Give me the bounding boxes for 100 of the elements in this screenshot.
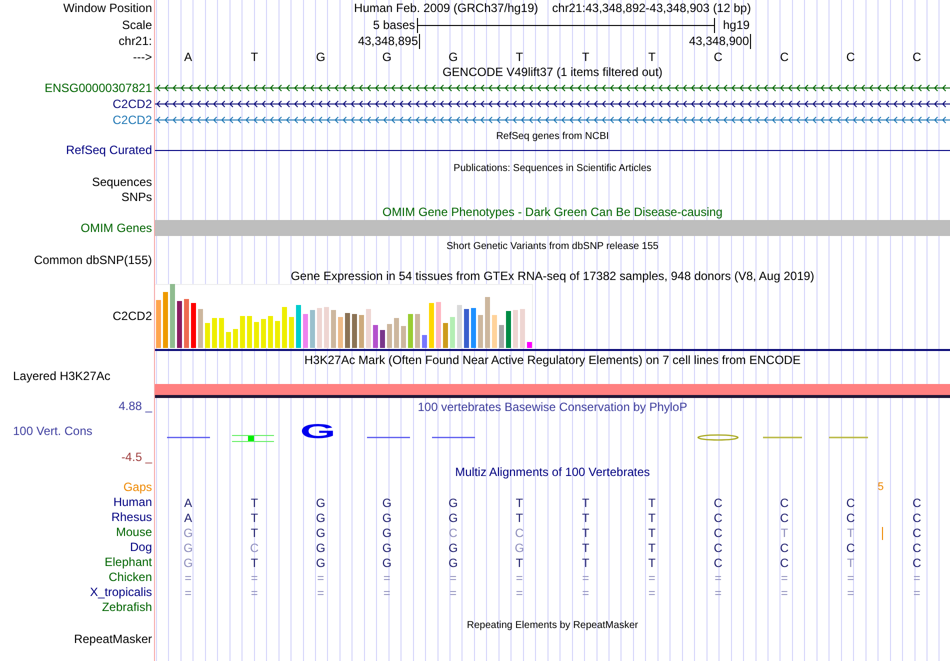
conservation-wiggle [697, 434, 739, 441]
base-letter: G [448, 556, 458, 570]
base-letter: T [250, 50, 258, 64]
track-label[interactable]: Scale [122, 18, 152, 32]
track-label[interactable]: ENSG00000307821 [44, 80, 152, 96]
track-label[interactable]: Window Position [63, 1, 152, 16]
logo-letter: G [300, 424, 336, 440]
base-letter: G [448, 540, 458, 554]
base-letter: = [780, 570, 788, 584]
base-letter: T [648, 540, 656, 554]
track-label[interactable]: Zebrafish [102, 600, 152, 615]
base-letter: = [714, 586, 722, 600]
base-letter: = [184, 570, 192, 584]
conservation-wiggle [829, 436, 868, 439]
base-letter: = [582, 570, 590, 584]
base-letter: G [448, 496, 458, 510]
track-label[interactable]: RefSeq Curated [66, 143, 152, 158]
track-label[interactable]: Sequences [92, 175, 152, 190]
track-label[interactable]: Dog [130, 540, 152, 555]
base-letter: C [780, 496, 789, 510]
track-label[interactable]: Rhesus [111, 510, 152, 525]
base-letter: T [648, 556, 656, 570]
base-letter: C [448, 526, 458, 540]
track-label[interactable]: Layered H3K27Ac [13, 369, 110, 384]
track-label[interactable]: OMIM Genes [80, 220, 152, 236]
base-letter: T [648, 496, 656, 510]
scale-assembly: hg19 [722, 18, 750, 32]
base-letter: G [316, 496, 326, 510]
base-letter: T [250, 526, 258, 540]
base-letter: T [516, 510, 524, 524]
track-label[interactable]: Mouse [116, 525, 152, 540]
track-label[interactable]: C2CD2 [112, 112, 152, 128]
base-letter: C [912, 540, 922, 554]
base-letter: G [316, 556, 326, 570]
base-letter: C [846, 540, 855, 554]
base-letter: T [582, 540, 590, 554]
base-letter: = [714, 570, 722, 584]
track-title: Multiz Alignments of 100 Vertebrates [455, 465, 650, 480]
base-letter: = [913, 570, 920, 584]
base-letter: C [780, 540, 789, 554]
track-label[interactable]: RepeatMasker [74, 632, 152, 647]
base-letter: = [184, 586, 192, 600]
base-letter: T [250, 510, 258, 524]
conservation-wiggle [763, 436, 802, 439]
gene-strand-line[interactable] [155, 100, 950, 108]
base-letter: T [582, 556, 590, 570]
gene-strand-line[interactable] [155, 84, 950, 92]
track-title: Repeating Elements by RepeatMasker [466, 619, 638, 632]
base-letter: = [383, 570, 390, 584]
base-letter: = [383, 586, 390, 600]
conservation-wiggle [367, 436, 410, 439]
coordinate-tick: 43,348,895 [358, 34, 420, 48]
base-letter: C [714, 496, 722, 510]
track-label[interactable]: Common dbSNP(155) [34, 253, 152, 268]
track-label[interactable]: X_tropicalis [90, 585, 152, 600]
base-letter: T [846, 526, 854, 540]
track-label[interactable]: Elephant [104, 555, 152, 570]
track-label[interactable]: 100 Vert. Cons [0, 424, 152, 439]
track-label[interactable]: ---> [133, 50, 152, 64]
assembly-title: Human Feb. 2009 (GRCh37/hg19) [354, 1, 538, 16]
base-letter: G [382, 526, 392, 540]
track-label[interactable]: SNPs [121, 190, 152, 205]
base-letter: G [316, 50, 326, 64]
track-label[interactable]: Chicken [108, 570, 152, 585]
base-letter: C [714, 556, 722, 570]
position-title: chr21:43,348,892-43,348,903 (12 bp) [552, 1, 751, 16]
base-letter: T [250, 556, 258, 570]
base-letter: A [184, 496, 192, 510]
conservation-wiggle [232, 435, 274, 442]
base-letter: = [450, 586, 457, 600]
track-label[interactable]: chr21: [118, 34, 152, 48]
base-letter: G [316, 540, 326, 554]
base-letter: T [516, 496, 524, 510]
base-letter: = [648, 586, 656, 600]
base-letter: A [184, 50, 192, 64]
track-label[interactable]: C2CD2 [112, 96, 152, 112]
base-letter: C [912, 510, 922, 524]
base-letter: T [250, 496, 258, 510]
track-label[interactable]: C2CD2 [112, 308, 152, 324]
base-letter: C [912, 50, 922, 64]
track-title: Gene Expression in 54 tissues from GTEx RNA-seq of 17382 samples, 948 donors (V8, Aug 2019) [290, 269, 814, 284]
base-letter: = [250, 586, 258, 600]
base-letter: G [514, 540, 524, 554]
base-letter: C [912, 526, 922, 540]
base-letter: T [582, 526, 590, 540]
base-letter: G [448, 510, 458, 524]
base-letter: = [516, 586, 523, 600]
base-letter: G [382, 50, 392, 64]
expression-bars-drawing[interactable] [155, 284, 533, 348]
base-letter: = [780, 586, 788, 600]
track-label[interactable]: Human [113, 495, 152, 510]
base-letter: C [780, 510, 789, 524]
base-letter: G [316, 510, 326, 524]
base-letter: G [382, 556, 392, 570]
base-letter: C [250, 540, 259, 554]
base-letter: G [183, 540, 193, 554]
base-letter: = [450, 570, 457, 584]
base-letter: C [846, 50, 855, 64]
track-title: Publications: Sequences in Scientific Articles [454, 162, 652, 175]
base-letter: T [780, 526, 788, 540]
